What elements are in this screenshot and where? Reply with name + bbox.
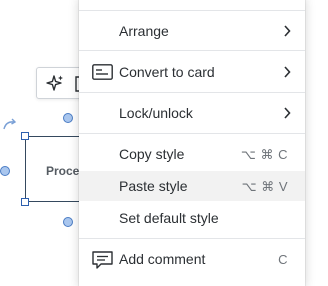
menu-item-shortcut: C (278, 252, 288, 267)
menu-item-lock-unlock[interactable]: Lock/unlock (79, 98, 305, 128)
chevron-right-icon (284, 107, 291, 119)
chevron-right-icon (284, 25, 291, 37)
menu-item-label: Add comment (119, 251, 206, 267)
menu-item-add-comment[interactable]: Add comment C (79, 244, 305, 274)
menu-item-label: Paste style (119, 178, 188, 194)
menu-item-shortcut: ⌥ ⌘ V (241, 179, 288, 194)
menu-divider (79, 133, 305, 134)
menu-item-label: Lock/unlock (119, 105, 193, 121)
menu-item-label: Set default style (119, 210, 219, 226)
menu-item-label: Convert to card (119, 64, 215, 80)
menu-divider (79, 50, 305, 51)
menu-divider (79, 10, 305, 11)
menu-divider (79, 92, 305, 93)
resize-handle-top-left[interactable] (21, 132, 29, 140)
menu-item-set-default-style[interactable]: Set default style (79, 203, 305, 233)
menu-item-shortcut: ⌥ ⌘ C (240, 147, 288, 162)
menu-item-copy-style[interactable]: Copy style ⌥ ⌘ C (79, 139, 305, 169)
rotate-handle-icon[interactable] (2, 118, 18, 132)
menu-item-label: Arrange (119, 23, 169, 39)
resize-handle-bottom-left[interactable] (21, 198, 29, 206)
comment-icon (92, 251, 113, 269)
menu-divider (79, 238, 305, 239)
menu-item-arrange[interactable]: Arrange (79, 16, 305, 46)
connection-point-top[interactable] (63, 113, 73, 123)
connection-point-bottom[interactable] (63, 217, 73, 227)
card-icon (92, 64, 113, 80)
chevron-right-icon (284, 66, 291, 78)
shape-label: Proce (46, 164, 80, 178)
ai-sparkle-icon[interactable] (45, 74, 65, 94)
connection-point-left[interactable] (0, 166, 10, 176)
menu-item-paste-style[interactable]: Paste style ⌥ ⌘ V (79, 171, 305, 201)
menu-item-label: Copy style (119, 146, 185, 162)
menu-item-convert-to-card[interactable]: Convert to card (79, 57, 305, 87)
